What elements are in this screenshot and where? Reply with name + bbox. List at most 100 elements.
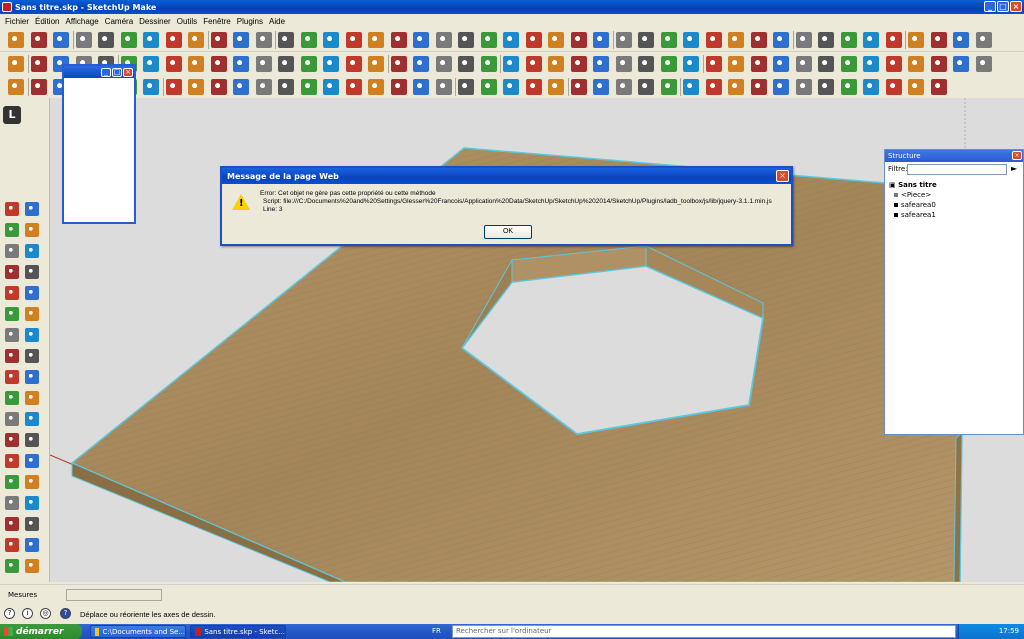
toolbar-tool-icon[interactable] [525, 79, 542, 95]
toolbar-tool-icon[interactable] [773, 32, 789, 48]
toolbar-tool-icon[interactable] [503, 79, 519, 95]
toolbar-tool-icon[interactable] [773, 56, 789, 72]
toolbar-tool-icon[interactable] [458, 79, 474, 95]
toolbar-tool-icon[interactable] [210, 79, 227, 95]
toolbar-tool-icon[interactable] [818, 32, 834, 48]
toolbar-tool-icon[interactable] [660, 79, 677, 95]
toolbar-tool-icon[interactable] [210, 56, 227, 72]
help-icon[interactable]: ? [60, 608, 71, 619]
toolbar-tool-icon[interactable] [503, 32, 519, 48]
menu-edition[interactable]: Édition [32, 17, 62, 26]
left-tool-icon[interactable] [5, 370, 19, 384]
toolbar-tool-icon[interactable] [255, 56, 272, 72]
toolbar-tool-icon[interactable] [548, 79, 564, 95]
toolbar-tool-icon[interactable] [750, 79, 767, 95]
toolbar-tool-icon[interactable] [638, 79, 654, 95]
toolbar-tool-icon[interactable] [8, 32, 24, 48]
toolbar-tool-icon[interactable] [615, 32, 632, 48]
toolbar-tool-icon[interactable] [818, 79, 834, 95]
left-tool-icon[interactable] [5, 349, 19, 363]
menu-fichier[interactable]: Fichier [2, 17, 32, 26]
toolbar-tool-icon[interactable] [165, 56, 182, 72]
tree-root[interactable]: ▣ Sans titre [889, 180, 937, 190]
left-tool-icon[interactable] [25, 223, 39, 237]
toolbar-tool-icon[interactable] [593, 32, 609, 48]
toolbar-tool-icon[interactable] [143, 32, 159, 48]
toolbar-tool-icon[interactable] [683, 56, 699, 72]
toolbar-tool-icon[interactable] [795, 32, 812, 48]
left-tool-icon[interactable] [25, 433, 39, 447]
toolbar-tool-icon[interactable] [30, 79, 47, 95]
toolbar-tool-icon[interactable] [435, 56, 452, 72]
taskbar-item-sketchup[interactable]: Sans titre.skp - Sketc... [190, 625, 286, 638]
toolbar-tool-icon[interactable] [255, 79, 272, 95]
toolbar-tool-icon[interactable] [638, 32, 654, 48]
credits-icon[interactable]: i [22, 608, 33, 619]
ladb-plugin-icon[interactable]: L [3, 106, 21, 124]
structure-close-button[interactable]: × [1012, 151, 1022, 160]
geolocation-icon[interactable]: ? [4, 608, 15, 619]
toolbar-tool-icon[interactable] [570, 32, 587, 48]
toolbar-tool-icon[interactable] [975, 32, 992, 48]
toolbar-tool-icon[interactable] [255, 32, 272, 48]
menu-aide[interactable]: Aide [266, 17, 288, 26]
left-tool-icon[interactable] [25, 391, 39, 405]
language-indicator[interactable]: FR [432, 627, 441, 635]
toolbar-tool-icon[interactable] [705, 32, 722, 48]
ok-button[interactable]: OK [484, 225, 532, 239]
toolbar-tool-icon[interactable] [435, 79, 452, 95]
left-tool-icon[interactable] [5, 202, 19, 216]
menu-outils[interactable]: Outils [174, 17, 200, 26]
toolbar-tool-icon[interactable] [930, 32, 947, 48]
toolbar-tool-icon[interactable] [323, 79, 339, 95]
toolbar-tool-icon[interactable] [210, 32, 227, 48]
left-tool-icon[interactable] [25, 202, 39, 216]
toolbar-tool-icon[interactable] [525, 32, 542, 48]
toolbar-tool-icon[interactable] [458, 32, 474, 48]
left-tool-icon[interactable] [5, 496, 19, 510]
toolbar-tool-icon[interactable] [840, 79, 857, 95]
toolbar-tool-icon[interactable] [120, 32, 137, 48]
tree-node-piece[interactable]: <Piece> [889, 190, 937, 200]
toolbar-tool-icon[interactable] [728, 56, 744, 72]
toolbar-tool-icon[interactable] [390, 32, 407, 48]
left-tool-icon[interactable] [25, 349, 39, 363]
toolbar-tool-icon[interactable] [300, 56, 317, 72]
left-tool-icon[interactable] [25, 496, 39, 510]
toolbar-tool-icon[interactable] [638, 56, 654, 72]
user-icon[interactable]: ◎ [40, 608, 51, 619]
toolbar-tool-icon[interactable] [53, 32, 69, 48]
left-tool-icon[interactable] [5, 559, 19, 573]
left-tool-icon[interactable] [25, 559, 39, 573]
toolbar-tool-icon[interactable] [795, 79, 812, 95]
toolbar-tool-icon[interactable] [885, 32, 902, 48]
toolbar-tool-icon[interactable] [593, 79, 609, 95]
toolbar-tool-icon[interactable] [345, 32, 362, 48]
toolbar-tool-icon[interactable] [300, 32, 317, 48]
toolbar-tool-icon[interactable] [188, 32, 204, 48]
toolbar-tool-icon[interactable] [593, 56, 609, 72]
toolbar-tool-icon[interactable] [413, 56, 429, 72]
palette-close-button[interactable]: × [123, 67, 133, 77]
desktop-search-input[interactable]: Rechercher sur l'ordinateur [452, 625, 956, 638]
toolbar-tool-icon[interactable] [413, 32, 429, 48]
taskbar-item-explorer[interactable]: C:\Documents and Se... [90, 625, 186, 638]
left-tool-icon[interactable] [25, 265, 39, 279]
toolbar-tool-icon[interactable] [863, 79, 879, 95]
toolbar-tool-icon[interactable] [165, 32, 182, 48]
palette-minimize-button[interactable]: _ [101, 67, 111, 77]
toolbar-tool-icon[interactable] [863, 56, 879, 72]
toolbar-tool-icon[interactable] [390, 79, 407, 95]
toolbar-tool-icon[interactable] [480, 79, 497, 95]
toolbar-tool-icon[interactable] [368, 56, 384, 72]
left-tool-icon[interactable] [25, 286, 39, 300]
toolbar-tool-icon[interactable] [728, 79, 744, 95]
left-tool-icon[interactable] [5, 223, 19, 237]
palette-maximize-button[interactable]: □ [112, 67, 122, 77]
filter-input[interactable] [907, 164, 1007, 175]
left-tool-icon[interactable] [25, 538, 39, 552]
toolbar-tool-icon[interactable] [143, 79, 159, 95]
menu-affichage[interactable]: Affichage [62, 17, 101, 26]
left-tool-icon[interactable] [25, 328, 39, 342]
toolbar-tool-icon[interactable] [368, 79, 384, 95]
